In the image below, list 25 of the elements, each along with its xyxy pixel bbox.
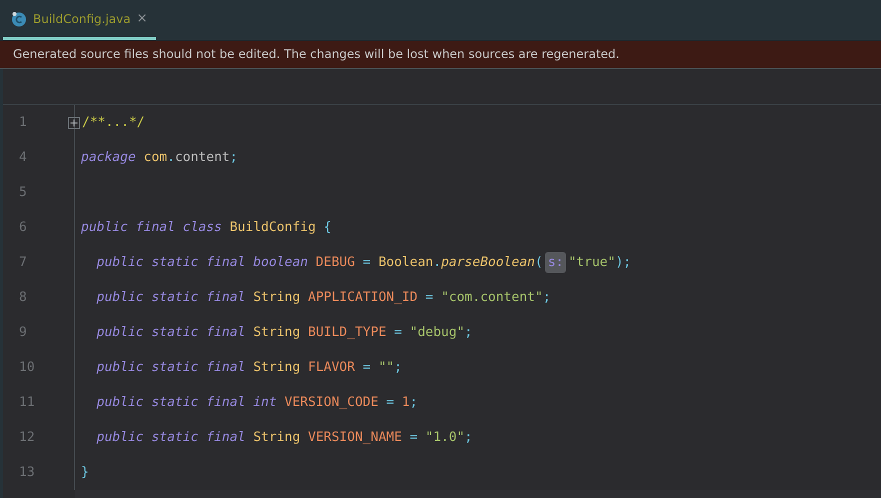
code-line: public static final String FLAVOR = ""; xyxy=(96,360,402,375)
code-line: /**...*/ xyxy=(81,115,145,130)
line-number: 5 xyxy=(19,185,27,200)
close-button[interactable]: × xyxy=(136,11,148,26)
code-line: public static final String APPLICATION_ID = "com.content"; xyxy=(96,290,551,305)
line-number: 12 xyxy=(19,430,35,445)
code-line: public static final boolean DEBUG = Boolean.parseBoolean( s: "true"); xyxy=(81,255,632,270)
line-number: 8 xyxy=(19,290,27,305)
line-number: 1 xyxy=(19,115,27,130)
code-line: } xyxy=(81,465,89,480)
code-line: public static final int VERSION_CODE = 1; xyxy=(96,395,418,410)
warning-banner: Generated source files should not be edited. The changes will be lost when sources are regenerated. xyxy=(0,41,881,69)
line-number: 13 xyxy=(19,465,35,480)
expand-icon[interactable] xyxy=(68,116,80,128)
class-file-icon xyxy=(11,10,27,26)
code-line: public static final String VERSION_NAME = "1.0"; xyxy=(96,430,472,445)
line-number: 7 xyxy=(19,255,27,270)
code-line: public static final String BUILD_TYPE = "debug"; xyxy=(96,325,472,340)
code-line: package com.content; xyxy=(81,150,238,165)
line-number: 10 xyxy=(19,360,35,375)
line-number: 4 xyxy=(19,150,27,165)
line-number: 6 xyxy=(19,220,27,235)
line-number: 11 xyxy=(19,395,35,410)
code-line: public final class BuildConfig { xyxy=(81,220,332,235)
line-number: 9 xyxy=(19,325,27,340)
